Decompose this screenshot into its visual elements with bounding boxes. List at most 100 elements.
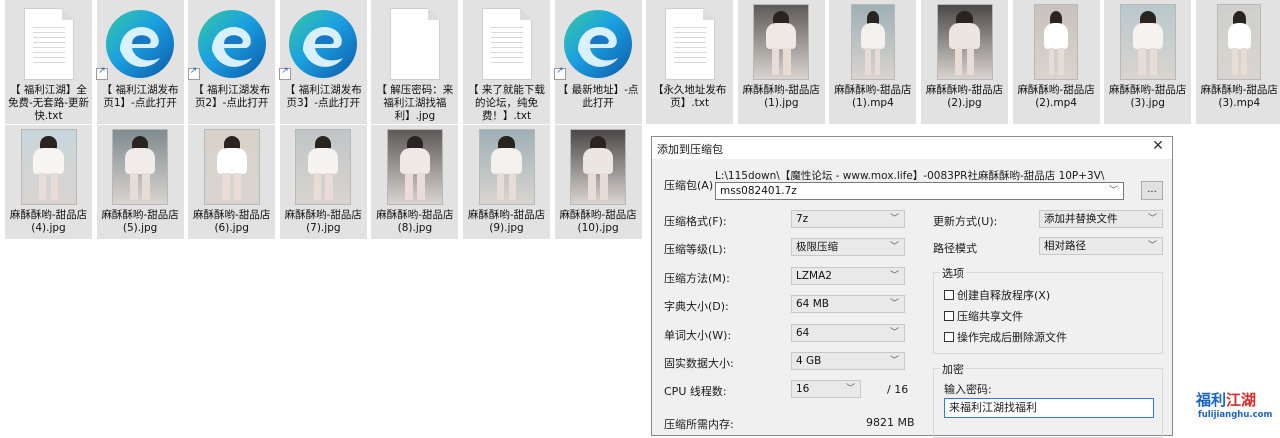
file-name: 【 福利江湖发布页3】-点此打开	[284, 84, 362, 109]
file-item[interactable]: 【 解压密码：来福利江湖找福利】.jpg	[371, 0, 459, 124]
checkbox-box	[944, 311, 954, 321]
file-item[interactable]: 麻酥酥哟-甜品店(8).jpg	[371, 125, 459, 239]
path-label: 路径模式	[933, 242, 977, 255]
level-label: 压缩等级(L):	[664, 243, 727, 256]
sfx-checkbox[interactable]: 创建自释放程序(X)	[944, 287, 1050, 303]
update-select[interactable]: 添加并替换文件 ﹀	[1039, 210, 1163, 228]
file-item[interactable]: 麻酥酥哟-甜品店(1).mp4	[829, 0, 917, 124]
delete-checkbox[interactable]: 操作完成后删除源文件	[944, 329, 1067, 345]
watermark-url: fulijianghu.com	[1198, 410, 1273, 420]
image-thumbnail	[478, 129, 535, 205]
dict-value: 64 MB	[796, 298, 829, 310]
site-watermark: 福利江湖 fulijianghu.com	[1196, 388, 1276, 428]
close-icon[interactable]: ✕	[1150, 138, 1166, 154]
file-item[interactable]: 【 来了就能下载的论坛，纯免费！】.txt	[463, 0, 550, 124]
file-name: 麻酥酥哟-甜品店(1).mp4	[834, 84, 912, 109]
method-select[interactable]: LZMA2 ﹀	[791, 267, 905, 285]
image-thumbnail	[936, 4, 993, 80]
checkbox-box	[944, 290, 954, 300]
file-name: 麻酥酥哟-甜品店(5).jpg	[101, 209, 179, 234]
solid-value: 4 GB	[796, 355, 822, 367]
archive-name-value: mss082401.7z	[720, 185, 797, 197]
archive-path: L:\115down\【魔性论坛 - www.mox.life】-0083PR社…	[715, 170, 1105, 182]
dialog-title: 添加到压缩包	[657, 143, 723, 156]
file-item[interactable]: 【 福利江湖】全免费-无套路-更新快.txt	[5, 0, 92, 124]
checkbox-box	[944, 332, 954, 342]
archive-label: 压缩包(A)	[664, 179, 714, 192]
file-item[interactable]: 麻酥酥哟-甜品店(3).mp4	[1195, 0, 1280, 124]
chevron-down-icon: ﹀	[889, 242, 899, 252]
file-name: 【永久地址发布页】.txt	[652, 84, 727, 109]
shortcut-arrow-icon	[96, 66, 109, 80]
encrypt-title: 加密	[940, 361, 966, 377]
file-item[interactable]: 【 福利江湖发布页3】-点此打开	[279, 0, 367, 124]
file-item[interactable]: 麻酥酥哟-甜品店(10).jpg	[554, 125, 642, 239]
sfx-label: 创建自释放程序(X)	[957, 289, 1051, 302]
solid-select[interactable]: 4 GB ﹀	[791, 352, 905, 370]
text-file-icon	[481, 8, 532, 80]
file-name: 麻酥酥哟-甜品店(3).jpg	[1109, 84, 1187, 109]
chevron-down-icon: ﹀	[1147, 241, 1157, 251]
shared-checkbox[interactable]: 压缩共享文件	[944, 308, 1023, 324]
file-item[interactable]: 麻酥酥哟-甜品店(2).jpg	[921, 0, 1008, 124]
file-item[interactable]: 麻酥酥哟-甜品店(2).mp4	[1012, 0, 1100, 124]
edge-browser-icon	[187, 6, 270, 82]
chevron-down-icon: ﹀	[1108, 186, 1118, 196]
path-select[interactable]: 相对路径 ﹀	[1039, 237, 1163, 255]
path-value: 相对路径	[1044, 240, 1086, 252]
file-name: 【 福利江湖】全免费-无套路-更新快.txt	[7, 84, 90, 122]
format-select[interactable]: 7z ﹀	[791, 210, 905, 228]
browse-button[interactable]: ...	[1141, 181, 1163, 200]
file-name: 【 福利江湖发布页1】-点此打开	[101, 84, 179, 109]
image-thumbnail	[386, 129, 443, 205]
file-name: 麻酥酥哟-甜品店(10).jpg	[559, 209, 637, 234]
file-item[interactable]: 【 福利江湖发布页1】-点此打开	[96, 0, 184, 124]
file-item[interactable]: 【 福利江湖发布页2】-点此打开	[187, 0, 276, 124]
file-item[interactable]: 麻酥酥哟-甜品店(1).jpg	[737, 0, 825, 124]
video-thumbnail	[1034, 4, 1079, 80]
file-item[interactable]: 【永久地址发布页】.txt	[646, 0, 734, 124]
solid-label: 固实数据大小:	[664, 357, 734, 370]
word-select[interactable]: 64 ﹀	[791, 324, 905, 342]
dict-select[interactable]: 64 MB ﹀	[791, 295, 905, 313]
password-field[interactable]: 来福利江湖找福利	[944, 398, 1154, 418]
dialog-titlebar: 添加到压缩包 ✕	[652, 137, 1172, 159]
file-name: 【 最新地址】-点此打开	[557, 84, 639, 109]
watermark-logo: 福利江湖	[1196, 391, 1257, 409]
text-file-icon	[664, 8, 715, 80]
video-thumbnail	[1217, 4, 1262, 80]
file-name: 【 福利江湖发布页2】-点此打开	[193, 84, 271, 109]
delete-label: 操作完成后删除源文件	[957, 331, 1067, 344]
archive-name-combo[interactable]: mss082401.7z ﹀	[715, 182, 1124, 200]
method-label: 压缩方法(M):	[664, 272, 730, 285]
file-item[interactable]: 麻酥酥哟-甜品店(4).jpg	[5, 125, 92, 239]
file-item[interactable]: 麻酥酥哟-甜品店(5).jpg	[96, 125, 184, 239]
edge-browser-icon	[279, 6, 361, 82]
image-thumbnail	[203, 129, 260, 205]
image-thumbnail	[20, 129, 77, 205]
format-value: 7z	[796, 213, 809, 225]
threads-select[interactable]: 16 ﹀	[791, 380, 861, 398]
image-thumbnail	[753, 4, 810, 80]
file-item[interactable]: 麻酥酥哟-甜品店(3).jpg	[1104, 0, 1192, 124]
image-thumbnail	[1119, 4, 1176, 80]
chevron-down-icon: ﹀	[889, 214, 899, 224]
file-name: 【 来了就能下载的论坛，纯免费！】.txt	[468, 84, 545, 122]
level-value: 极限压缩	[796, 241, 838, 253]
chevron-down-icon: ﹀	[889, 356, 899, 366]
format-label: 压缩格式(F):	[664, 215, 727, 228]
edge-browser-icon	[96, 6, 178, 82]
file-name: 麻酥酥哟-甜品店(2).mp4	[1017, 84, 1095, 109]
file-item[interactable]: 麻酥酥哟-甜品店(9).jpg	[463, 125, 550, 239]
file-name: 麻酥酥哟-甜品店(3).mp4	[1200, 84, 1278, 109]
threads-total: / 16	[887, 383, 909, 396]
word-label: 单词大小(W):	[664, 329, 732, 342]
file-item[interactable]: 【 最新地址】-点此打开	[554, 0, 642, 124]
file-item[interactable]: 麻酥酥哟-甜品店(7).jpg	[279, 125, 367, 239]
file-name: 麻酥酥哟-甜品店(8).jpg	[376, 209, 454, 234]
file-item[interactable]: 麻酥酥哟-甜品店(6).jpg	[188, 125, 276, 239]
level-select[interactable]: 极限压缩 ﹀	[791, 238, 905, 256]
method-value: LZMA2	[796, 270, 832, 282]
image-thumbnail	[112, 129, 169, 205]
text-file-icon	[389, 8, 440, 80]
